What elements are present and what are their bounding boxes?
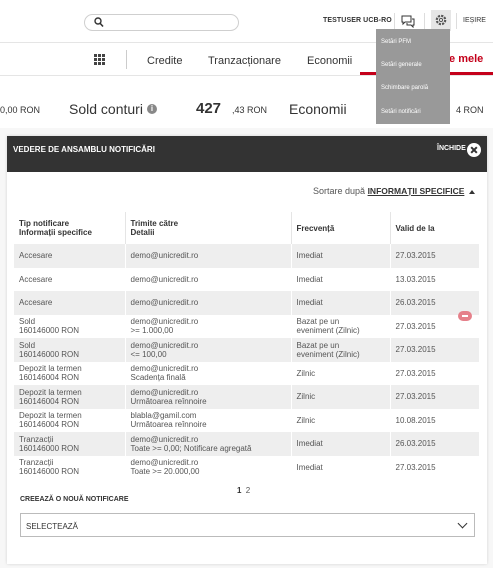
cell-frequency: Bazat pe un eveniment (Zilnic) <box>291 338 391 362</box>
cell-frequency: Imediat <box>291 267 391 291</box>
menu-item-change-password[interactable]: Schimbare parolă <box>376 85 428 91</box>
sort-prefix: Sortare după <box>313 186 366 196</box>
cell-frequency: Zilnic <box>291 385 391 409</box>
cell-send-to: demo@unicredit.ro <box>125 244 292 268</box>
cell-frequency: Zilnic <box>291 408 391 432</box>
cell-valid-from: 27.03.2015 <box>390 244 479 268</box>
chevron-down-icon <box>457 518 468 529</box>
cell-send-to: blabla@gamil.com Următoarea reînnoire <box>125 408 292 432</box>
cell-valid-from: 26.03.2015 <box>390 432 479 456</box>
cell-send-to: demo@unicredit.ro <box>125 291 292 315</box>
table-row[interactable]: Tranzacții 160146000 RON demo@unicredit.ro… <box>14 455 479 479</box>
divider <box>126 50 127 69</box>
cell-frequency: Zilnic <box>291 361 391 385</box>
username-label[interactable]: TESTUSER UCB-RO <box>323 17 392 24</box>
cell-send-to: demo@unicredit.ro >= 1.000,00 <box>125 314 292 338</box>
cell-frequency: Imediat <box>291 244 391 268</box>
nav-item-active[interactable]: le mele <box>446 53 483 65</box>
page-current[interactable]: 1 <box>237 486 241 495</box>
cell-notification-type: Depozit la termen 160146004 RON <box>14 408 126 432</box>
column-header-send-to[interactable]: Trimite către Detalii <box>125 212 292 244</box>
cell-valid-from: 13.03.2015 <box>395 274 436 284</box>
cell-valid-from: 10.08.2015 <box>395 415 436 425</box>
nav-item-economii[interactable]: Economii <box>307 55 352 67</box>
settings-button[interactable] <box>431 10 451 31</box>
savings-amount: 4 RON <box>456 105 484 115</box>
cell-notification-type: Accesare <box>14 291 126 315</box>
cell-valid-from: 27.03.2015 <box>390 338 479 362</box>
new-notification-label: CREEAZĂ O NOUĂ NOTIFICARE <box>20 496 129 503</box>
cell-notification-type: Accesare <box>14 267 126 291</box>
sort-value[interactable]: INFORMAȚII SPECIFICE <box>368 186 465 196</box>
balance-amount: 427 <box>196 100 222 117</box>
apps-grid-icon[interactable] <box>94 54 105 65</box>
info-icon[interactable]: i <box>147 104 157 114</box>
menu-item-notification-settings[interactable]: Setări notificări <box>376 109 421 115</box>
table-row[interactable]: Accesare demo@unicredit.ro Imediat 26.03.20… <box>14 291 479 315</box>
table-row[interactable]: Depozit la termen 160146004 RON blabla@gam… <box>14 408 479 432</box>
savings-label: Economii <box>289 101 347 117</box>
select-value: SELECTEAZĂ <box>26 522 79 531</box>
divider <box>424 13 425 29</box>
close-button[interactable]: ÎNCHIDE <box>437 145 466 152</box>
cell-notification-type: Depozit la termen 160146004 RON <box>14 361 126 385</box>
cell-notification-type: Sold 160146000 RON <box>14 338 126 362</box>
cell-notification-type: Accesare <box>14 244 126 268</box>
notifications-table: Tip notificare Informații specifice Trimi… <box>14 212 479 479</box>
cell-valid-from: 27.03.2015 <box>395 368 436 378</box>
remove-icon[interactable] <box>458 311 472 321</box>
cell-frequency: Imediat <box>291 455 391 479</box>
nav-item-tranzactionare[interactable]: Tranzacționare <box>208 55 281 67</box>
sort-control[interactable]: Sortare după INFORMAȚII SPECIFICE <box>313 186 464 196</box>
pagination: 1 2 <box>237 486 250 495</box>
close-icon[interactable] <box>467 143 481 157</box>
cell-send-to: demo@unicredit.ro <= 100,00 <box>125 338 292 362</box>
nav-item-credite[interactable]: Credite <box>147 55 182 67</box>
column-header-type[interactable]: Tip notificare Informații specifice <box>14 212 126 244</box>
modal-title: VEDERE DE ANSAMBLU NOTIFICĂRI <box>13 145 155 154</box>
menu-item-general-settings[interactable]: Setări generale <box>376 62 422 68</box>
table-row[interactable]: Sold 160146000 RON demo@unicredit.ro >= 1.0… <box>14 314 479 338</box>
notification-type-select[interactable]: SELECTEAZĂ <box>20 513 475 537</box>
chat-icon[interactable] <box>400 14 416 28</box>
cell-notification-type: Tranzacții 160146000 RON <box>14 432 126 456</box>
sort-arrow-icon[interactable] <box>469 190 475 194</box>
cell-send-to: demo@unicredit.ro Următoarea reînnoire <box>125 385 292 409</box>
table-row[interactable]: Sold 160146000 RON demo@unicredit.ro <= 100… <box>14 338 479 362</box>
notifications-modal: VEDERE DE ANSAMBLU NOTIFICĂRI ÎNCHIDE So… <box>7 136 487 564</box>
logout-link[interactable]: IEȘIRE <box>463 17 486 24</box>
table-row[interactable]: Depozit la termen 160146004 RON demo@unicr… <box>14 361 479 385</box>
table-row[interactable]: Accesare demo@unicredit.ro Imediat 13.03.20… <box>14 267 479 291</box>
cell-send-to: demo@unicredit.ro <box>125 267 292 291</box>
summary-left-amount: 0,00 RON <box>0 105 41 115</box>
gear-icon <box>435 14 447 26</box>
cell-notification-type: Tranzacții 160146000 RON <box>14 455 126 479</box>
cell-notification-type: Depozit la termen 160146004 RON <box>14 385 126 409</box>
cell-valid-from: 27.03.2015 <box>395 462 436 472</box>
cell-valid-from: 27.03.2015 <box>390 385 479 409</box>
divider <box>456 13 457 29</box>
cell-send-to: demo@unicredit.ro Toate >= 20.000,00 <box>125 455 292 479</box>
divider <box>394 13 395 29</box>
cell-notification-type: Sold 160146000 RON <box>14 314 126 338</box>
cell-send-to: demo@unicredit.ro Toate >= 0,00; Notifica… <box>125 432 292 456</box>
column-header-frequency[interactable]: Frecvență <box>291 212 391 244</box>
cell-send-to: demo@unicredit.ro Scadența finală <box>125 361 292 385</box>
search-input[interactable] <box>84 14 239 31</box>
menu-item-pfm-settings[interactable]: Setări PFM <box>376 39 411 45</box>
settings-menu: Setări PFM Setări generale Schimbare par… <box>376 29 450 124</box>
search-icon <box>94 17 104 28</box>
balance-decimals: ,43 RON <box>232 105 268 115</box>
table-row[interactable]: Depozit la termen 160146004 RON demo@unicr… <box>14 385 479 409</box>
modal-header: VEDERE DE ANSAMBLU NOTIFICĂRI ÎNCHIDE <box>7 136 487 172</box>
cell-frequency: Imediat <box>291 291 391 315</box>
column-header-valid-from[interactable]: Valid de la <box>390 212 479 244</box>
accounts-balance-label: Sold conturi <box>69 101 143 117</box>
table-row[interactable]: Tranzacții 160146000 RON demo@unicredit.ro… <box>14 432 479 456</box>
cell-frequency: Bazat pe un eveniment (Zilnic) <box>291 314 391 338</box>
page: TESTUSER UCB-RO IEȘIRE Credite Tranzacți… <box>0 0 493 568</box>
cell-frequency: Imediat <box>291 432 391 456</box>
page-link[interactable]: 2 <box>246 486 250 495</box>
table-row[interactable]: Accesare demo@unicredit.ro Imediat 27.03.20… <box>14 244 479 268</box>
